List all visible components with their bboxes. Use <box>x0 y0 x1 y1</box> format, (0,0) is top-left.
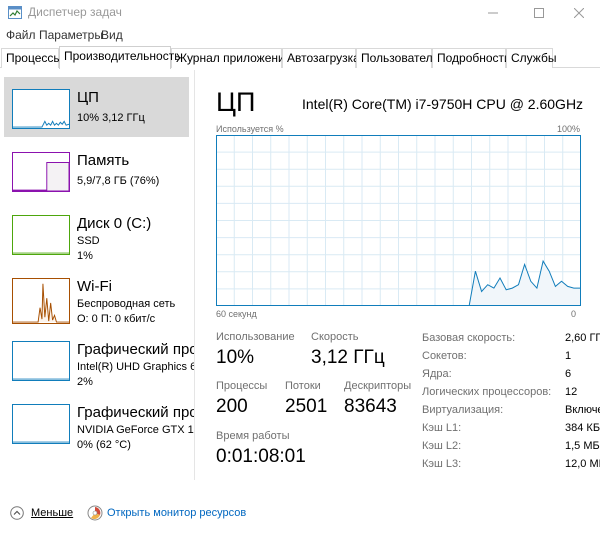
spec-label: Кэш L3: <box>422 458 462 470</box>
gpu0-thumbnail-graph <box>12 341 70 381</box>
stat-uptime-label: Время работы <box>216 430 290 442</box>
tab-startup[interactable]: Автозагрузка <box>282 48 360 68</box>
menu-file[interactable]: Файл <box>6 28 36 42</box>
resource-title: Графический процессор 1 <box>77 404 194 421</box>
graph-label-max: 100% <box>557 124 581 134</box>
stat-uptime-value: 0:01:08:01 <box>216 446 306 467</box>
disk-thumbnail-graph <box>12 215 70 255</box>
wifi-thumbnail-graph <box>12 278 70 324</box>
resource-detail: Беспроводная сеть <box>77 298 176 310</box>
resource-item-wifi[interactable]: Wi-Fi Беспроводная сеть О: 0 П: 0 кбит/с <box>4 266 189 326</box>
resource-item-gpu-0[interactable]: Графический процессор 0 Intel(R) UHD Gra… <box>4 329 194 389</box>
tab-processes[interactable]: Процессы <box>1 48 62 68</box>
tab-services[interactable]: Службы <box>506 48 556 68</box>
task-manager-app-icon <box>8 6 22 19</box>
resource-detail-secondary: 1% <box>77 250 93 262</box>
title-bar: Диспетчер задач <box>0 0 600 26</box>
resource-title: ЦП <box>77 89 99 106</box>
spec-label: Кэш L1: <box>422 422 462 434</box>
resource-detail-secondary: О: 0 П: 0 кбит/с <box>77 313 156 325</box>
minimize-icon <box>488 12 498 14</box>
spec-value: 384 КБ <box>565 422 600 434</box>
open-resource-monitor-link[interactable]: Открыть монитор ресурсов <box>107 507 246 519</box>
spec-value: 1,5 МБ <box>565 440 600 452</box>
spec-value: 2,60 ГГц <box>565 332 600 344</box>
spec-value: 12,0 МБ <box>565 458 600 470</box>
tab-details[interactable]: Подробности <box>432 48 511 68</box>
resource-detail: 5,9/7,8 ГБ (76%) <box>77 175 160 187</box>
cpu-model-name: Intel(R) Core(TM) i7-9750H CPU @ 2.60GHz <box>302 96 584 112</box>
cpu-utilization-graph <box>216 135 581 306</box>
tab-app-history[interactable]: Журнал приложений <box>171 48 291 68</box>
gpu1-thumbnail-graph <box>12 404 70 444</box>
stat-handles-label: Дескрипторы <box>344 380 412 392</box>
spec-value: Включено <box>565 404 600 416</box>
resource-item-memory[interactable]: Память 5,9/7,8 ГБ (76%) <box>4 140 189 200</box>
resource-monitor-icon[interactable] <box>87 505 103 521</box>
close-icon <box>574 8 584 18</box>
tab-performance[interactable]: Производительность <box>59 46 180 69</box>
stat-speed-value: 3,12 ГГц <box>311 347 385 368</box>
maximize-icon <box>534 8 544 18</box>
minimize-button[interactable] <box>470 0 516 26</box>
spec-value: 6 <box>565 368 572 380</box>
resource-list: ЦП 10% 3,12 ГГц Память 5,9/7,8 ГБ (76%) … <box>0 70 195 480</box>
stat-usage-value: 10% <box>216 347 255 368</box>
tab-bar: Процессы Производительность Журнал прило… <box>0 46 600 69</box>
resource-title: Диск 0 (C:) <box>77 215 152 232</box>
tab-users[interactable]: Пользователи <box>356 48 439 68</box>
resource-item-disk[interactable]: Диск 0 (C:) SSD 1% <box>4 203 189 263</box>
menu-options[interactable]: Параметры <box>39 28 103 42</box>
stat-threads-label: Потоки <box>285 380 321 392</box>
resource-detail: Intel(R) UHD Graphics 630 <box>77 361 194 373</box>
graph-label-utilization: Используется % <box>216 124 284 134</box>
spec-label: Базовая скорость: <box>422 332 516 344</box>
stat-speed-label: Скорость <box>311 331 359 343</box>
resource-detail: 10% 3,12 ГГц <box>77 112 145 124</box>
resource-detail-secondary: 2% <box>77 376 93 388</box>
page-title: ЦП <box>216 87 256 117</box>
spec-label: Ядра: <box>422 368 452 380</box>
stat-processes-value: 200 <box>216 396 248 417</box>
graph-time-span: 60 секунд <box>216 309 257 319</box>
resource-title: Wi-Fi <box>77 278 112 295</box>
spec-value: 1 <box>565 350 572 362</box>
spec-label: Кэш L2: <box>422 440 462 452</box>
stat-handles-value: 83643 <box>344 396 397 417</box>
footer: Меньше Открыть монитор ресурсов <box>0 496 600 533</box>
resource-title: Графический процессор 0 <box>77 341 194 358</box>
menu-view[interactable]: Вид <box>101 28 123 42</box>
fewer-details-link[interactable]: Меньше <box>31 507 73 519</box>
cpu-thumbnail-graph <box>12 89 70 129</box>
spec-label: Логических процессоров: <box>422 386 552 398</box>
spec-value: 12 <box>565 386 578 398</box>
resource-item-cpu[interactable]: ЦП 10% 3,12 ГГц <box>4 77 189 137</box>
resource-item-gpu-1[interactable]: Графический процессор 1 NVIDIA GeForce G… <box>4 392 194 452</box>
resource-detail-secondary: 0% (62 °C) <box>77 439 131 451</box>
resource-detail: NVIDIA GeForce GTX 1660 Ti <box>77 424 194 436</box>
stat-processes-label: Процессы <box>216 380 268 392</box>
stat-threads-value: 2501 <box>285 396 328 417</box>
close-button[interactable] <box>556 0 600 26</box>
window-title: Диспетчер задач <box>28 5 122 19</box>
spec-label: Виртуализация: <box>422 404 504 416</box>
memory-thumbnail-graph <box>12 152 70 192</box>
stat-usage-label: Использование <box>216 331 295 343</box>
graph-time-zero: 0 <box>571 309 577 319</box>
chevron-up-circle-icon[interactable] <box>10 506 24 520</box>
resource-detail: SSD <box>77 235 100 247</box>
resource-title: Память <box>77 152 130 169</box>
spec-label: Сокетов: <box>422 350 467 362</box>
